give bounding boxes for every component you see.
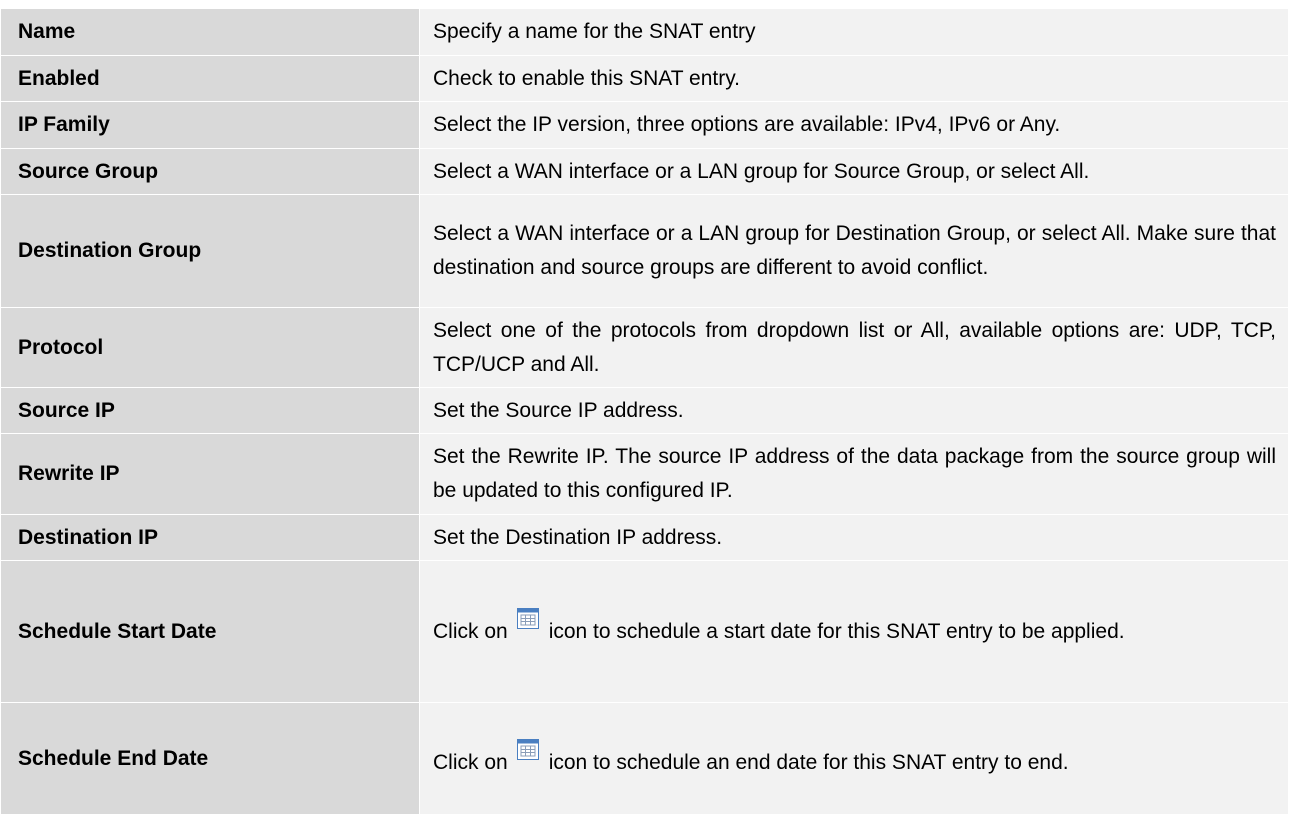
calendar-icon: [516, 738, 539, 760]
description-text-after: icon to schedule a start date for this S…: [548, 619, 1125, 643]
table-row: Source Group Select a WAN interface or a…: [0, 148, 1289, 195]
description-text-before: Click on: [433, 619, 508, 643]
table-row: Protocol Select one of the protocols fro…: [0, 307, 1289, 388]
table-row: Destination Group Select a WAN interface…: [0, 194, 1289, 308]
field-label: Schedule End Date: [0, 702, 420, 815]
field-label: Enabled: [0, 55, 420, 102]
field-label: Source IP: [0, 387, 420, 434]
table-row: Schedule Start Date Click on icon to sche…: [0, 560, 1289, 703]
field-label: Destination Group: [0, 194, 420, 308]
field-description: Set the Source IP address.: [419, 387, 1289, 434]
field-description: Click on icon to schedule an end date for…: [419, 702, 1289, 815]
snat-settings-table: Name Specify a name for the SNAT entry E…: [0, 8, 1289, 815]
field-description: Set the Rewrite IP. The source IP addres…: [419, 433, 1289, 515]
field-description: Specify a name for the SNAT entry: [419, 8, 1289, 56]
table-row: Source IP Set the Source IP address.: [0, 387, 1289, 434]
table-row: Rewrite IP Set the Rewrite IP. The sourc…: [0, 433, 1289, 515]
field-description: Check to enable this SNAT entry.: [419, 55, 1289, 102]
table-row: Schedule End Date Click on icon to schedu…: [0, 702, 1289, 815]
field-description: Set the Destination IP address.: [419, 514, 1289, 561]
description-text-after: icon to schedule an end date for this SN…: [548, 750, 1069, 774]
table-row: Name Specify a name for the SNAT entry: [0, 8, 1289, 56]
field-label: Rewrite IP: [0, 433, 420, 515]
field-label: Schedule Start Date: [0, 560, 420, 703]
field-label: Name: [0, 8, 420, 56]
table-row: IP Family Select the IP version, three o…: [0, 101, 1289, 149]
field-description: Select a WAN interface or a LAN group fo…: [419, 148, 1289, 195]
field-label: Destination IP: [0, 514, 420, 561]
field-label: IP Family: [0, 101, 420, 149]
table-row: Destination IP Set the Destination IP ad…: [0, 514, 1289, 561]
field-description: Select the IP version, three options are…: [419, 101, 1289, 149]
field-label: Protocol: [0, 307, 420, 388]
field-label: Source Group: [0, 148, 420, 195]
field-description: Select a WAN interface or a LAN group fo…: [419, 194, 1289, 308]
field-description: Select one of the protocols from dropdow…: [419, 307, 1289, 388]
calendar-icon: [516, 607, 539, 629]
table-row: Enabled Check to enable this SNAT entry.: [0, 55, 1289, 102]
field-description: Click on icon to schedule a start date fo…: [419, 560, 1289, 703]
description-text-before: Click on: [433, 750, 508, 774]
